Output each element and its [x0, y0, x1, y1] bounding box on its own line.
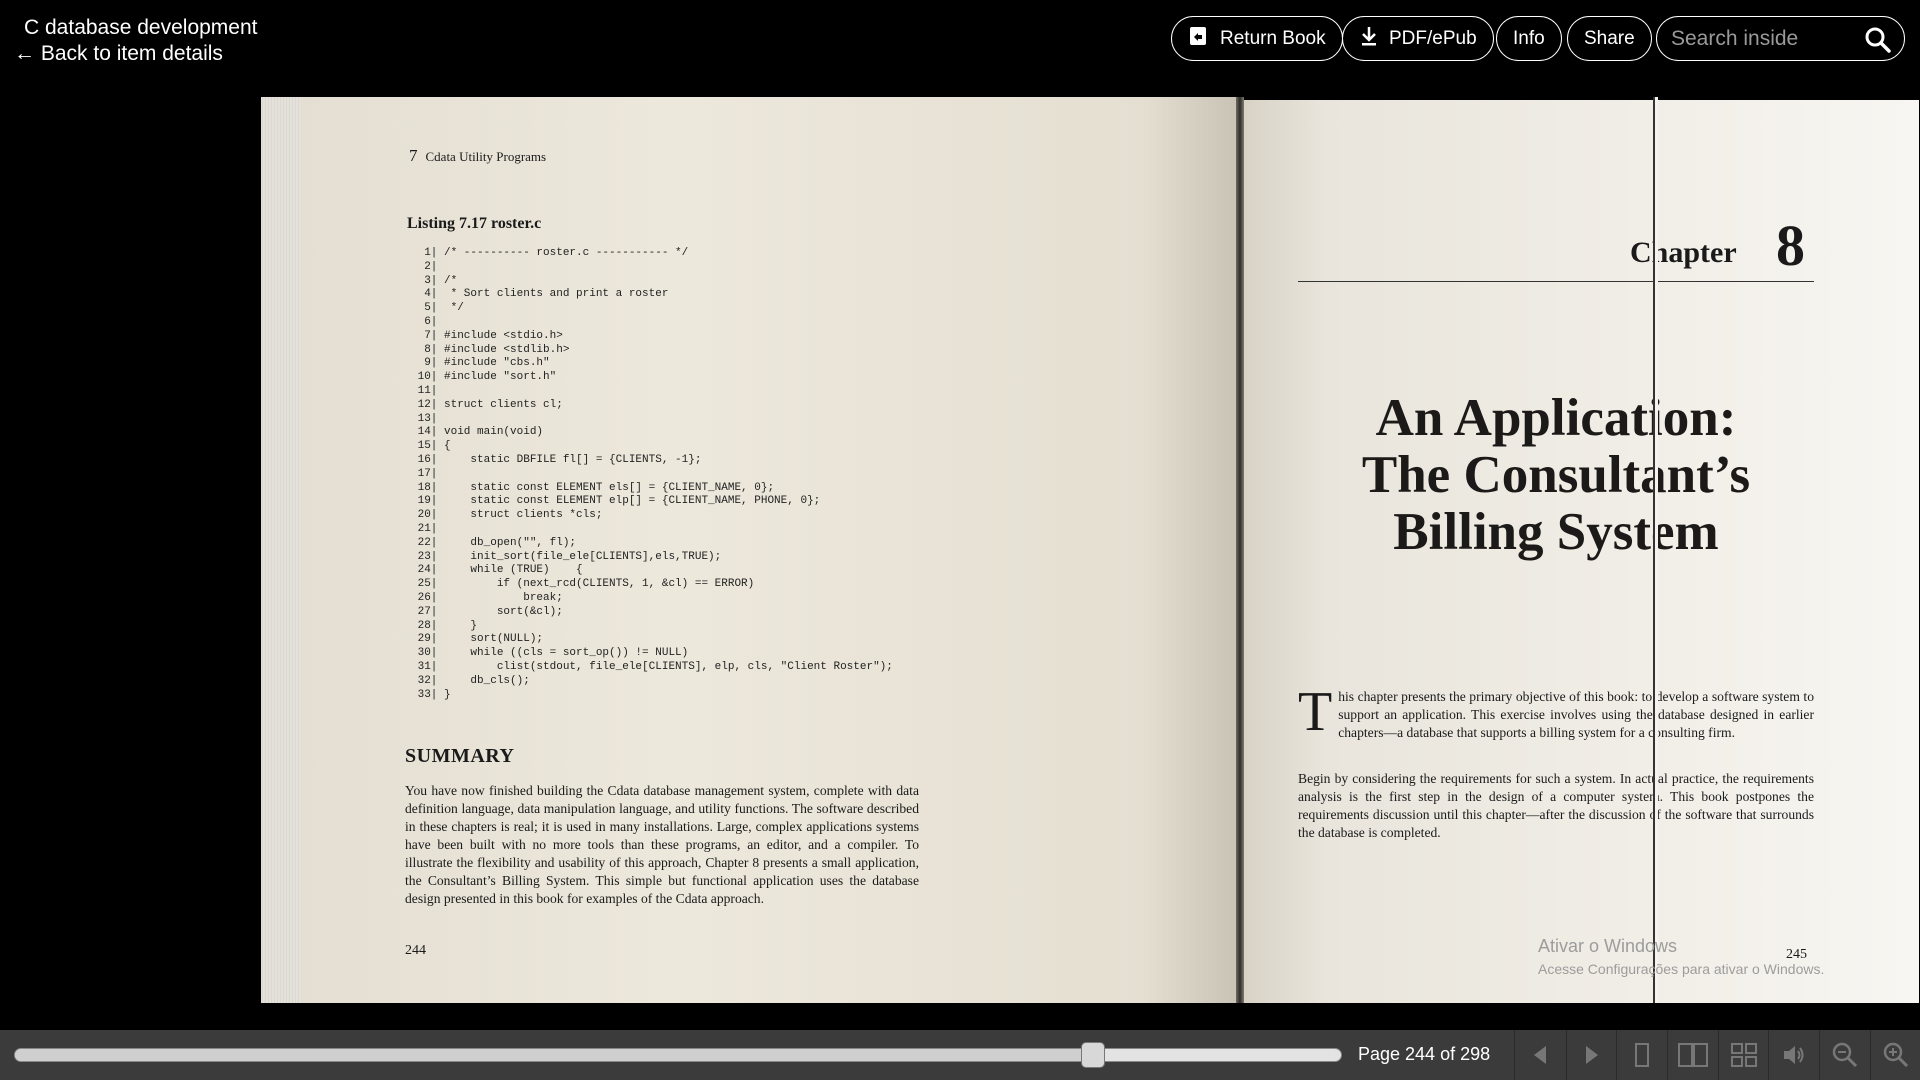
intro-paragraph-2: Begin by considering the requirements fo… — [1298, 771, 1814, 840]
previous-page-icon — [1533, 1046, 1546, 1064]
search-icon[interactable] — [1864, 26, 1892, 59]
left-page-number: 244 — [405, 943, 426, 958]
page-indicator: Page 244 of 298 — [1358, 1044, 1491, 1064]
right-page[interactable]: Chapter 8 An Application: The Consultant… — [1244, 100, 1919, 1003]
chapter-title-line-1: An Application: — [1375, 389, 1737, 447]
zoom-in-button[interactable] — [1870, 1030, 1920, 1080]
chapter-title-line-2: The Consultant’s — [1361, 446, 1751, 504]
listing-title: Listing 7.17 roster.c — [407, 215, 542, 232]
read-aloud-icon — [1783, 1046, 1803, 1064]
summary-heading: SUMMARY — [405, 745, 515, 767]
book-spread[interactable]: 7 Cdata Utility Programs Listing 7.17 ros… — [261, 97, 1919, 1003]
summary-paragraph: You have now finished building the Cdata… — [405, 783, 919, 906]
thumbnail-view-icon — [1730, 1043, 1757, 1067]
page-slider-progress — [15, 1049, 1094, 1061]
search-box[interactable] — [1656, 16, 1905, 61]
chapter-number: 7 — [409, 146, 418, 165]
chapter-title: An Application: The Consultant’s Billing… — [1298, 390, 1814, 561]
right-page-edge — [1653, 97, 1658, 1003]
two-page-view-icon — [1677, 1043, 1708, 1067]
previous-page-button[interactable] — [1514, 1030, 1564, 1080]
share-button[interactable]: Share — [1567, 16, 1652, 61]
book-gutter — [1236, 97, 1244, 1003]
pdf-epub-label: PDF/ePub — [1389, 27, 1477, 49]
page-stack-edge — [261, 97, 301, 1003]
download-icon — [1359, 25, 1379, 53]
watermark-subtitle: Acesse Configurações para ativar o Windo… — [1538, 961, 1825, 977]
zoom-in-icon — [1883, 1042, 1908, 1068]
intro-text-1: his chapter presents the primary objecti… — [1338, 689, 1814, 740]
chapter-number-large: 8 — [1776, 213, 1805, 278]
two-page-view-button[interactable] — [1667, 1030, 1717, 1080]
intro-paragraph-1: This chapter presents the primary object… — [1298, 681, 1814, 743]
return-book-button[interactable]: Return Book — [1171, 16, 1343, 61]
page-slider-thumb[interactable] — [1080, 1042, 1105, 1068]
drop-cap: T — [1298, 681, 1333, 743]
one-page-view-icon — [1634, 1043, 1649, 1067]
reader-toolbar: Page 244 of 298 — [0, 1030, 1920, 1080]
running-head-text: Cdata Utility Programs — [425, 149, 547, 164]
next-page-icon — [1585, 1046, 1598, 1064]
return-book-label: Return Book — [1220, 27, 1326, 49]
running-head: 7 Cdata Utility Programs — [409, 146, 546, 166]
thumbnail-view-button[interactable] — [1718, 1030, 1768, 1080]
chapter-title-line-3: Billing System — [1393, 503, 1719, 561]
windows-activation-watermark: Ativar o Windows Acesse Configurações pa… — [1538, 936, 1824, 977]
info-label: Info — [1513, 27, 1545, 49]
header: C database development ← Back to item de… — [0, 0, 1920, 78]
next-page-button[interactable] — [1566, 1030, 1616, 1080]
left-page[interactable]: 7 Cdata Utility Programs Listing 7.17 ros… — [301, 97, 1236, 1003]
read-aloud-button[interactable] — [1768, 1030, 1818, 1080]
watermark-title: Ativar o Windows — [1538, 936, 1678, 956]
search-input[interactable] — [1671, 26, 1861, 51]
return-book-icon — [1188, 25, 1210, 53]
zoom-out-icon — [1832, 1042, 1857, 1068]
book-title: C database development — [24, 16, 258, 39]
pdf-epub-button[interactable]: PDF/ePub — [1342, 16, 1494, 61]
code-listing: 1| /* ---------- roster.c ----------- */… — [417, 247, 893, 701]
chapter-label: Chapter — [1630, 236, 1737, 269]
page-slider-track[interactable] — [14, 1048, 1342, 1062]
info-button[interactable]: Info — [1496, 16, 1562, 61]
share-label: Share — [1584, 27, 1635, 49]
zoom-out-button[interactable] — [1819, 1030, 1869, 1080]
back-to-item-details-link[interactable]: ← Back to item details — [14, 42, 223, 66]
chapter-rule — [1298, 281, 1814, 282]
one-page-view-button[interactable] — [1616, 1030, 1666, 1080]
